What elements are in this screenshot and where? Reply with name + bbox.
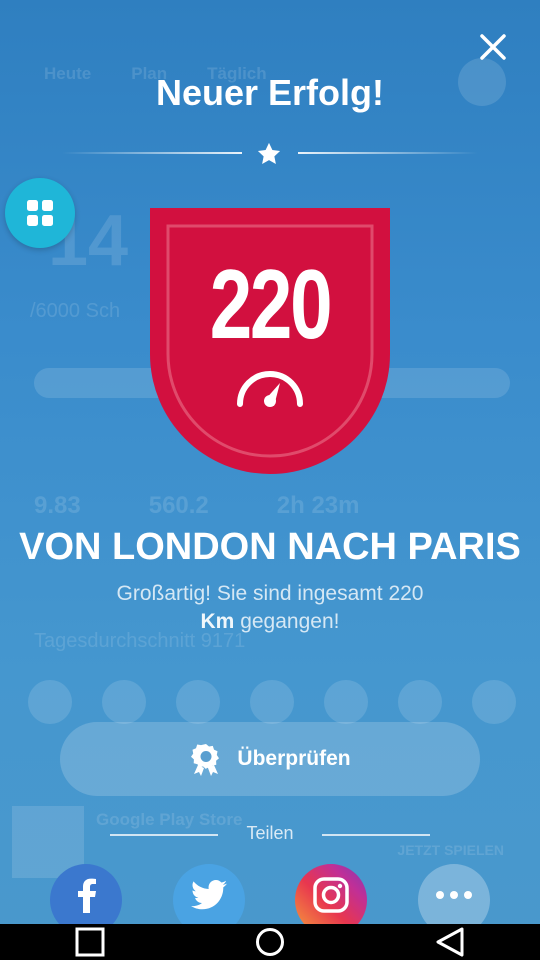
nav-home-button[interactable] (240, 924, 300, 960)
nav-back-icon (436, 927, 464, 957)
description-text: Großartig! Sie sind ingesamt 220 (116, 582, 424, 605)
star-icon (257, 142, 281, 165)
nav-recents-icon (75, 927, 105, 957)
background-weekday-dots (28, 680, 516, 724)
background-day-dot (102, 680, 146, 724)
title-divider-left (62, 152, 242, 154)
description-suffix: gegangen! (234, 610, 340, 633)
achievement-description: Großartig! Sie sind ingesamt 220 Km gegan… (80, 580, 460, 636)
achievement-headline: VON LONDON NACH PARIS (19, 526, 521, 568)
title-divider-right (298, 152, 478, 154)
close-button[interactable] (472, 26, 514, 68)
award-icon (191, 744, 220, 776)
more-icon (436, 891, 472, 899)
background-stat-time: 2h 23m (276, 492, 360, 519)
review-button[interactable]: Überprüfen (60, 722, 480, 796)
background-day-dot (250, 680, 294, 724)
grid-icon (27, 200, 53, 226)
background-day-dot (28, 680, 72, 724)
share-label: Teilen (246, 823, 294, 843)
apps-menu-button[interactable] (5, 178, 75, 248)
badge-value: 220 (209, 249, 333, 359)
facebook-icon (78, 878, 96, 913)
dialog-title: Neuer Erfolg! (155, 72, 385, 113)
background-stats: 9.83 560.2 2h 23m (34, 492, 360, 520)
background-day-dot (176, 680, 220, 724)
close-icon (480, 34, 506, 60)
system-navigation-bar (0, 924, 540, 960)
background-day-dot (472, 680, 516, 724)
share-divider-left (110, 834, 218, 836)
background-day-dot (398, 680, 442, 724)
nav-recents-button[interactable] (60, 924, 120, 960)
description-unit: Km (200, 610, 235, 633)
background-stat-distance: 9.83 (34, 492, 81, 519)
background-goal: /6000 Sch (30, 300, 121, 322)
background-stat-calories: 560.2 (148, 492, 209, 519)
instagram-icon (313, 877, 349, 913)
background-ad-cta: JETZT SPIELEN (397, 842, 504, 858)
share-divider-right (322, 834, 430, 836)
nav-back-button[interactable] (420, 924, 480, 960)
twitter-icon (191, 880, 227, 910)
nav-home-icon (256, 928, 284, 956)
review-button-label: Überprüfen (237, 747, 351, 770)
background-day-dot (324, 680, 368, 724)
